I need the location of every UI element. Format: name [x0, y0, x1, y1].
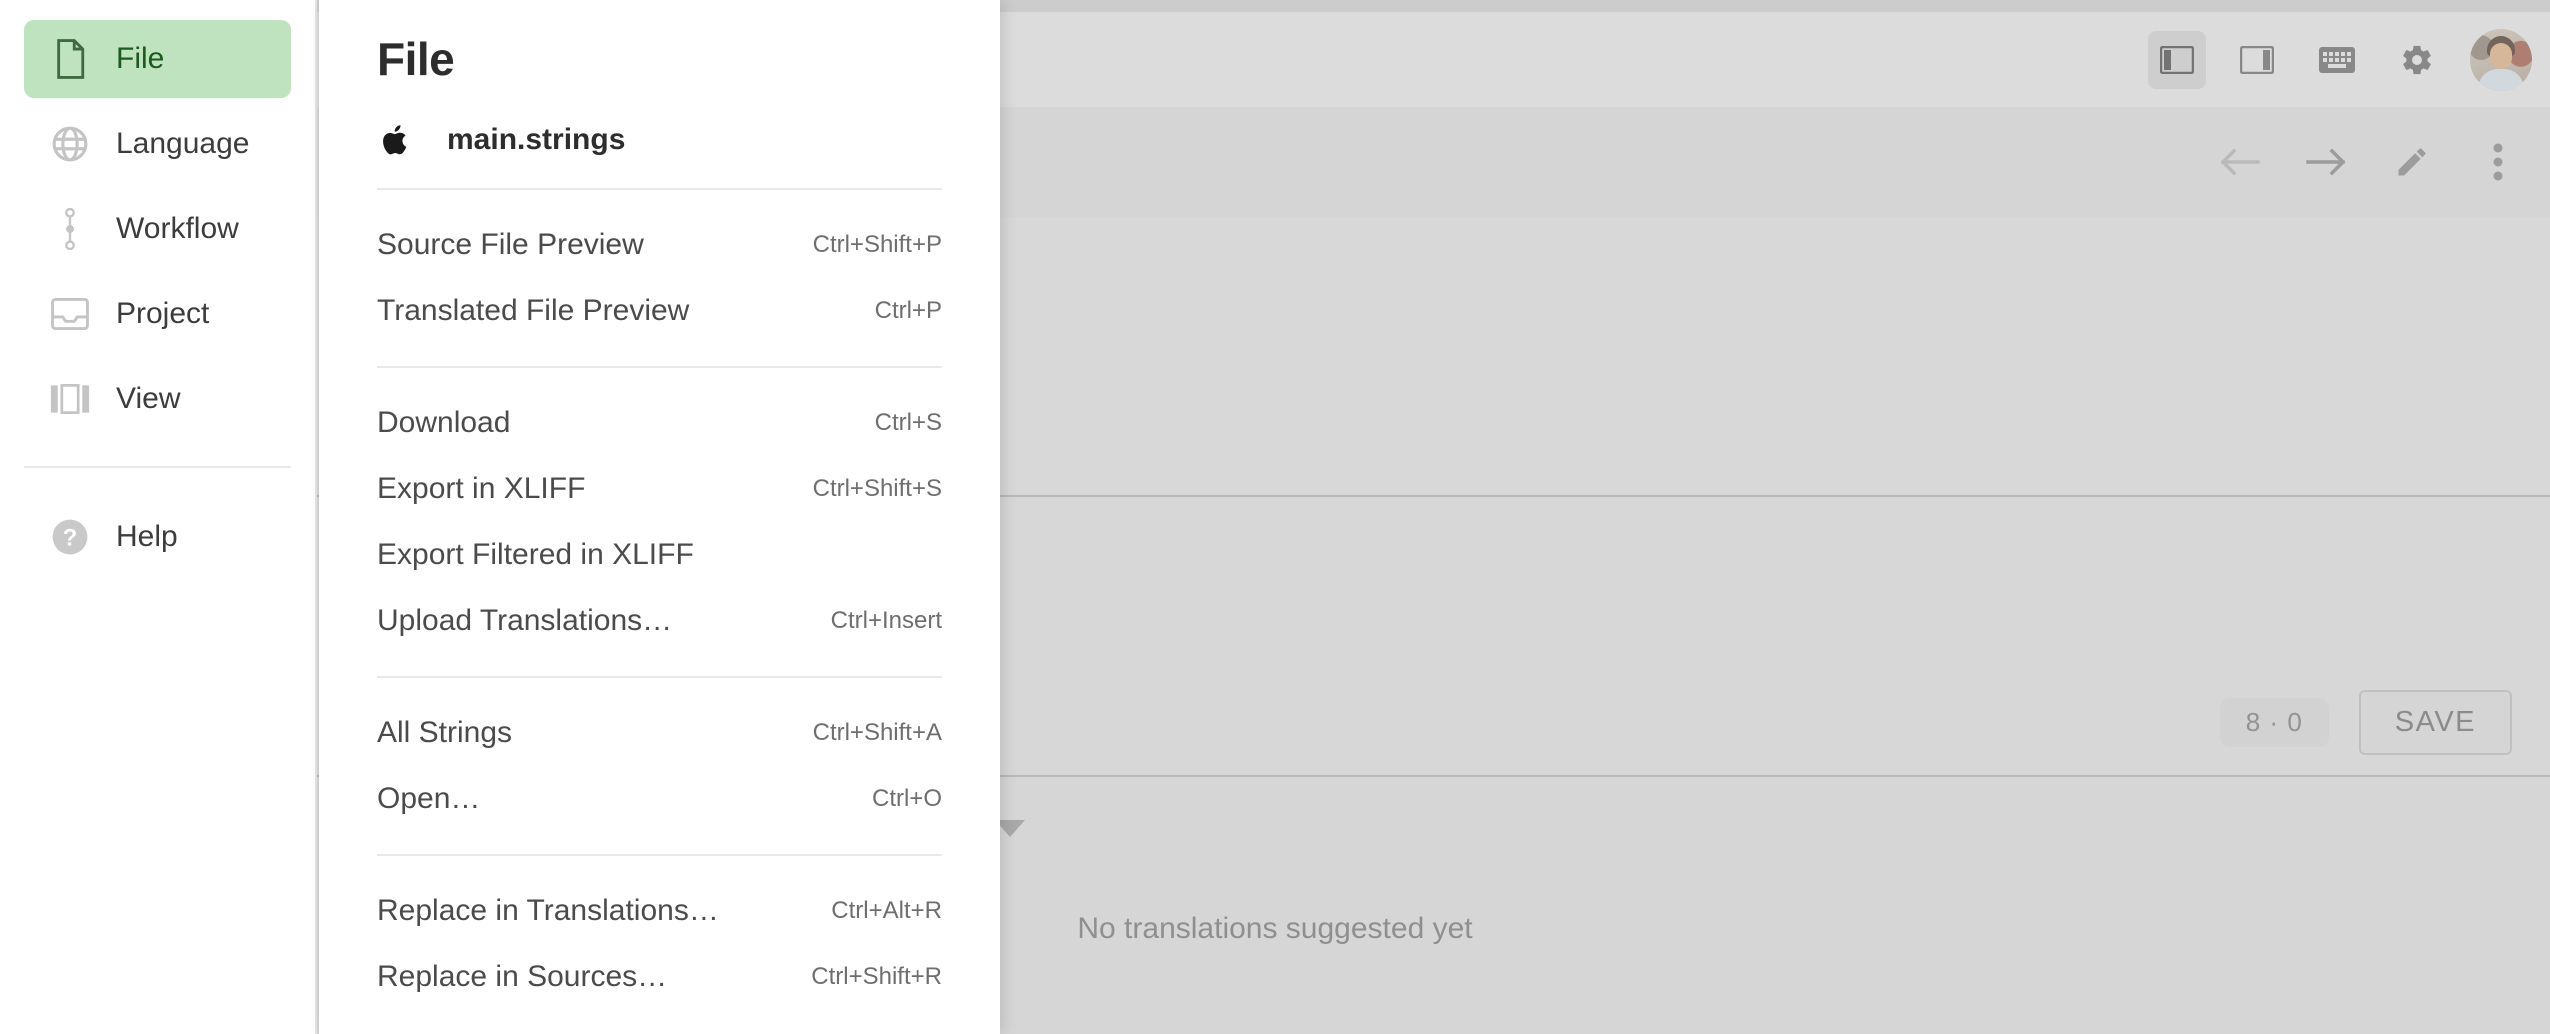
menu-item-upload-translations[interactable]: Upload Translations… Ctrl+Insert: [319, 588, 1000, 654]
sidebar-item-label: Help: [116, 520, 178, 553]
menu-item-shortcut: Ctrl+Alt+R: [831, 897, 942, 924]
save-button[interactable]: SAVE: [2358, 690, 2512, 755]
workflow-icon: [46, 208, 94, 250]
sidebar-item-label: Project: [116, 297, 210, 330]
menu-item-shortcut: Ctrl+O: [871, 785, 942, 812]
menu-item-label: Upload Translations…: [377, 604, 673, 637]
current-file-row[interactable]: main.strings: [319, 86, 1000, 188]
sidebar-item-language[interactable]: Language: [24, 105, 291, 183]
menu-item-label: Export Filtered in XLIFF: [377, 538, 694, 571]
menu-item-shortcut: Ctrl+Shift+R: [811, 963, 942, 990]
menu-item-replace-in-sources[interactable]: Replace in Sources… Ctrl+Shift+R: [319, 944, 1000, 1010]
menu-item-shortcut: Ctrl+Shift+A: [812, 719, 942, 746]
left-panel-toggle-icon[interactable]: [2148, 30, 2206, 89]
panel-title: File: [377, 33, 455, 85]
menu-item-download[interactable]: Download Ctrl+S: [319, 390, 1000, 456]
sidebar-item-label: Language: [116, 127, 250, 160]
more-vert-icon[interactable]: [2472, 136, 2524, 188]
current-file-name: main.strings: [447, 123, 626, 156]
menu-item-shortcut: Ctrl+Insert: [830, 607, 942, 634]
menu-item-source-file-preview[interactable]: Source File Preview Ctrl+Shift+P: [319, 212, 1000, 278]
help-icon: ?: [46, 518, 94, 556]
sidebar-item-project[interactable]: Project: [24, 275, 291, 353]
menu-item-replace-in-translations[interactable]: Replace in Translations… Ctrl+Alt+R: [319, 878, 1000, 944]
menu-item-translated-file-preview[interactable]: Translated File Preview Ctrl+P: [319, 278, 1000, 344]
menu-item-label: Download: [377, 406, 511, 439]
right-panel-toggle-icon[interactable]: [2228, 31, 2286, 89]
menu-item-shortcut: Ctrl+P: [874, 297, 942, 324]
menu-group-replace: Replace in Translations… Ctrl+Alt+R Repl…: [319, 856, 1000, 1032]
menu-item-label: All Strings: [377, 716, 513, 749]
settings-gear-icon[interactable]: [2388, 31, 2446, 89]
editor-save-row: 8 · 0 SAVE: [2219, 690, 2512, 755]
svg-text:?: ?: [63, 525, 78, 552]
menu-group-transfer: Download Ctrl+S Export in XLIFF Ctrl+Shi…: [319, 368, 1000, 676]
menu-item-label: Replace in Sources…: [377, 960, 668, 993]
avatar-face: [2490, 42, 2512, 69]
menu-item-all-strings[interactable]: All Strings Ctrl+Shift+A: [319, 700, 1000, 766]
menu-item-export-filtered-in-xliff[interactable]: Export Filtered in XLIFF: [319, 522, 1000, 588]
menu-item-label: Source File Preview: [377, 228, 644, 261]
menu-item-open[interactable]: Open… Ctrl+O: [319, 766, 1000, 832]
sidebar-item-file[interactable]: File: [24, 20, 291, 98]
menu-group-preview: Source File Preview Ctrl+Shift+P Transla…: [319, 190, 1000, 366]
menu-item-label: Translated File Preview: [377, 294, 690, 327]
sidebar-divider: [24, 466, 291, 468]
file-icon: [46, 39, 94, 79]
menu-group-navigation: All Strings Ctrl+Shift+A Open… Ctrl+O: [319, 678, 1000, 854]
menu-item-label: Export in XLIFF: [377, 472, 586, 505]
menu-item-shortcut: Ctrl+Shift+P: [812, 231, 942, 258]
globe-icon: [46, 125, 94, 163]
string-count-badge: 8 · 0: [2219, 698, 2329, 747]
apple-icon: [377, 122, 417, 158]
view-icon: [46, 384, 94, 414]
menu-item-export-in-xliff[interactable]: Export in XLIFF Ctrl+Shift+S: [319, 456, 1000, 522]
sidebar-item-view[interactable]: View: [24, 360, 291, 438]
menu-item-shortcut: Ctrl+Shift+S: [812, 475, 942, 502]
menu-item-shortcut: Ctrl+S: [874, 409, 942, 436]
edit-pencil-icon[interactable]: [2386, 136, 2438, 188]
sidebar-item-help[interactable]: ? Help: [24, 498, 291, 576]
sidebar-item-label: View: [116, 382, 181, 415]
sidebar-item-label: Workflow: [116, 212, 239, 245]
menu-item-label: Replace in Translations…: [377, 894, 719, 927]
sidebar-item-label: File: [116, 42, 165, 75]
main-sidebar: File Language Workflow Project View ? He…: [0, 0, 317, 1034]
menu-item-label: Open…: [377, 782, 481, 815]
forward-arrow-icon[interactable]: [2300, 136, 2352, 188]
sidebar-item-workflow[interactable]: Workflow: [24, 190, 291, 268]
project-icon: [46, 298, 94, 330]
keyboard-icon[interactable]: [2308, 31, 2366, 89]
back-arrow-icon[interactable]: [2214, 136, 2266, 188]
file-menu-panel: File main.strings Source File Preview Ct…: [319, 0, 1000, 1034]
user-avatar[interactable]: [2470, 28, 2532, 91]
